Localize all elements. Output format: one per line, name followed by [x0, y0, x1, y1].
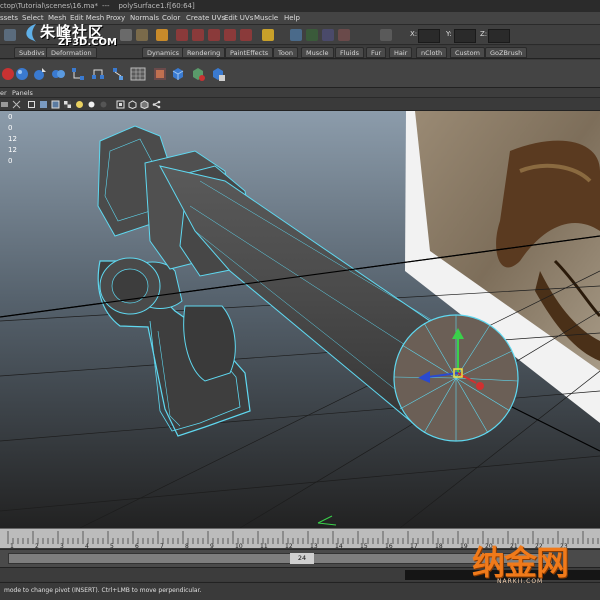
transform-mode-icon[interactable] — [380, 29, 392, 41]
shelf-tab-painteffects[interactable]: PaintEffects — [225, 47, 274, 58]
cube-settings-icon[interactable] — [210, 66, 226, 82]
viewport-canvas[interactable] — [0, 111, 600, 528]
shadows-icon[interactable] — [99, 100, 108, 109]
grid-toggle-icon[interactable] — [12, 100, 21, 109]
share-icon[interactable] — [152, 100, 161, 109]
parent-icon[interactable] — [110, 66, 126, 82]
wire-on-shaded-icon[interactable] — [51, 100, 60, 109]
snap-view-plane-icon[interactable] — [224, 29, 236, 41]
panel-toolbar — [0, 98, 600, 111]
title-bar: ctop\Tutorial\scenes\16.ma* --- polySurf… — [0, 0, 600, 12]
shelf-tab-rendering[interactable]: Rendering — [182, 47, 226, 58]
select-object-icon[interactable] — [136, 29, 148, 41]
lighting-icon[interactable] — [75, 100, 84, 109]
y-coordinate-field[interactable] — [454, 29, 476, 43]
xray-icon[interactable] — [128, 100, 137, 109]
shelf-tab-muscle[interactable]: Muscle — [301, 47, 334, 58]
shelf-tab-toon[interactable]: Toon — [273, 47, 298, 58]
shelf-tab-hair[interactable]: Hair — [389, 47, 413, 58]
cube-select-icon[interactable] — [190, 66, 206, 82]
perspective-viewport[interactable]: 0 0 12 12 0 — [0, 111, 600, 528]
shelf-tab-dynamics[interactable]: Dynamics — [142, 47, 185, 58]
render-view-icon[interactable] — [290, 29, 302, 41]
blue-cube-icon[interactable] — [170, 66, 186, 82]
make-live-icon[interactable] — [240, 29, 252, 41]
menu-muscle[interactable]: Muscle — [254, 12, 278, 25]
snap-grid-icon[interactable] — [176, 29, 188, 41]
isolate-select-icon[interactable] — [116, 100, 125, 109]
hud-value-2: 0 — [8, 124, 13, 132]
image-plane-icon[interactable] — [152, 66, 168, 82]
shelf-tab-deformation[interactable]: Deformation — [46, 47, 97, 58]
hud-value-3: 12 — [8, 135, 17, 143]
lock-selection-icon[interactable] — [156, 29, 168, 41]
hud-value-5: 0 — [8, 157, 13, 165]
hud-value-4: 12 — [8, 146, 17, 154]
group-icon[interactable] — [90, 66, 106, 82]
default-light-icon[interactable] — [87, 100, 96, 109]
mode-selector-icon[interactable] — [4, 29, 16, 41]
scene-path: ctop\Tutorial\scenes\16.ma* — [0, 2, 99, 10]
title-separator: --- — [102, 2, 110, 10]
y-field-label: Y: — [446, 30, 452, 38]
shelf-tab-custom[interactable]: Custom — [450, 47, 485, 58]
shelf-tab-fluids[interactable]: Fluids — [335, 47, 364, 58]
smooth-shade-icon[interactable] — [39, 100, 48, 109]
select-hierarchy-icon[interactable] — [120, 29, 132, 41]
z-field-label: Z: — [480, 30, 488, 38]
snap-curve-icon[interactable] — [192, 29, 204, 41]
history-icon[interactable] — [262, 29, 274, 41]
end-frame-field[interactable]: 24 — [290, 553, 314, 564]
logo-mark-icon — [26, 24, 36, 42]
menu-assets[interactable]: ssets — [0, 12, 18, 25]
snap-point-icon[interactable] — [208, 29, 220, 41]
x-coordinate-field[interactable] — [418, 29, 440, 43]
grid-icon[interactable] — [130, 66, 146, 82]
shelf-tab-subdivs[interactable]: Subdivs — [14, 47, 50, 58]
menu-proxy[interactable]: Proxy — [106, 12, 125, 25]
texture-icon[interactable] — [63, 100, 72, 109]
render-frame-icon[interactable] — [306, 29, 318, 41]
sphere-arrow-icon[interactable] — [32, 66, 48, 82]
shelf-tabs: Subdivs Deformation Dynamics Rendering P… — [0, 46, 600, 59]
hierarchy-icon[interactable] — [70, 66, 86, 82]
menu-edit-uvs[interactable]: Edit UVs — [224, 12, 253, 25]
shelf-tab-gozbrush[interactable]: GoZBrush — [485, 47, 528, 58]
sphere-duplicate-icon[interactable] — [50, 66, 66, 82]
watermark-logo: 纳金网 NARKII.COM — [472, 536, 569, 585]
panel-menu-bar: er Panels — [0, 88, 600, 98]
menu-normals[interactable]: Normals — [130, 12, 159, 25]
x-field-label: X: — [410, 30, 418, 38]
selected-object-label: polySurface1.f[60:64] — [118, 2, 195, 10]
panel-menu-renderer[interactable]: er — [0, 88, 7, 98]
wireframe-cube-icon[interactable] — [27, 100, 36, 109]
render-settings-icon[interactable] — [338, 29, 350, 41]
watermark-text-cn: 纳金网 — [472, 543, 569, 582]
z-coordinate-field[interactable] — [488, 29, 510, 43]
panel-menu-panels[interactable]: Panels — [12, 88, 33, 98]
watermark-text-en: NARKII.COM — [497, 578, 544, 585]
hud-value-1: 0 — [8, 113, 13, 121]
menu-create-uvs[interactable]: Create UVs — [186, 12, 225, 25]
blue-sphere-icon[interactable] — [14, 66, 30, 82]
site-logo: 朱峰社区 ZF3D.COM — [26, 21, 117, 48]
menu-color[interactable]: Color — [162, 12, 180, 25]
shelf-tab-fur[interactable]: Fur — [366, 47, 387, 58]
camera-icon[interactable] — [0, 100, 9, 109]
xray-joints-icon[interactable] — [140, 100, 149, 109]
ipr-render-icon[interactable] — [322, 29, 334, 41]
menu-help[interactable]: Help — [284, 12, 300, 25]
help-message: mode to change pivot (INSERT). Ctrl+LMB … — [4, 587, 202, 594]
shelf-tab-ncloth[interactable]: nCloth — [416, 47, 448, 58]
shelf-icons — [0, 60, 600, 88]
